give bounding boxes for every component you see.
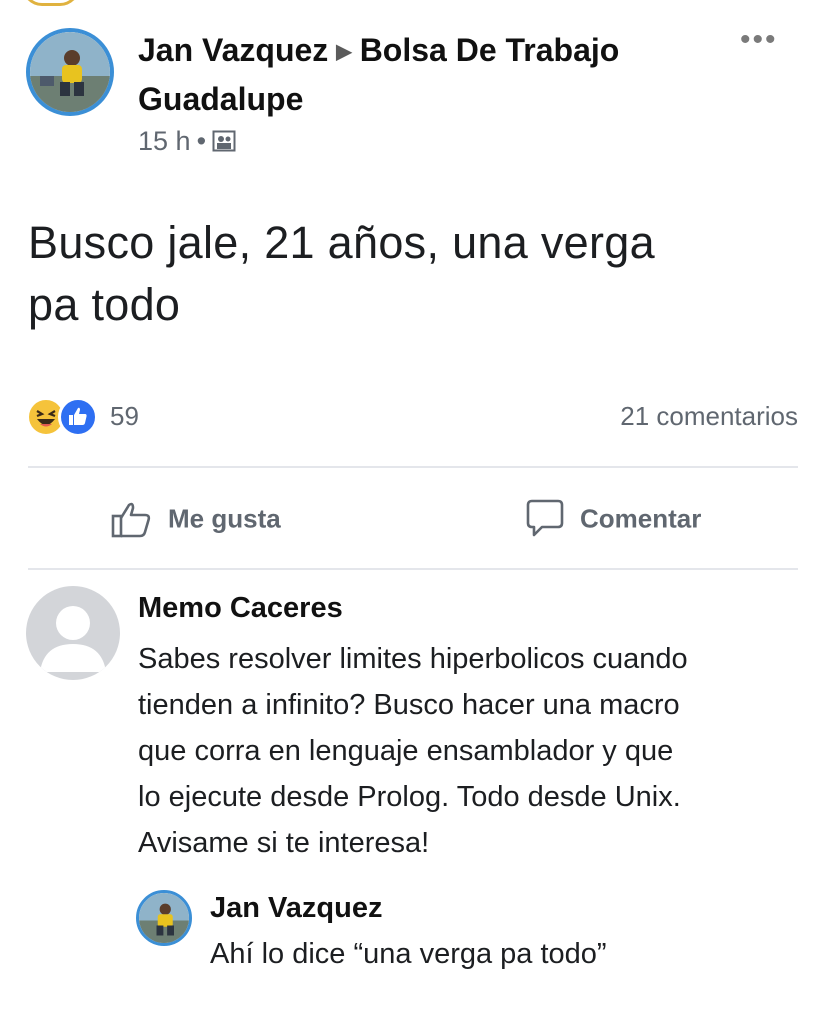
comment-author[interactable]: Memo Caceres	[138, 592, 343, 625]
like-reaction-icon	[58, 397, 98, 437]
divider	[28, 466, 798, 468]
author-avatar[interactable]	[26, 28, 114, 116]
post-author-name[interactable]: Jan Vazquez	[138, 32, 328, 68]
divider	[28, 568, 798, 570]
post-timestamp[interactable]: 15 h	[138, 126, 191, 156]
commenter-avatar[interactable]	[26, 586, 120, 680]
like-button[interactable]: Me gusta	[110, 497, 281, 541]
arrow-right-icon: ▶	[336, 41, 352, 63]
group-name-line2[interactable]: Guadalupe	[138, 81, 303, 117]
comment-button-label: Comentar	[580, 503, 702, 534]
post-text: Busco jale, 21 años, una verga pa todo	[28, 212, 798, 336]
post-text-line: Busco jale, 21 años, una verga	[28, 217, 655, 268]
group-privacy-icon	[212, 127, 236, 152]
comment-text-line: Sabes resolver limites hiperbolicos cuan…	[138, 643, 688, 675]
post-text-line: pa todo	[28, 279, 181, 330]
comment-count[interactable]: 21 comentarios	[590, 401, 798, 432]
reply-author[interactable]: Jan Vazquez	[210, 892, 382, 925]
reply-text: Ahí lo dice “una verga pa todo”	[210, 938, 607, 970]
default-avatar-icon	[40, 606, 106, 672]
more-options-icon[interactable]: •••	[740, 25, 778, 55]
reply-author-avatar[interactable]	[136, 890, 192, 946]
comment-text: Sabes resolver limites hiperbolicos cuan…	[138, 636, 810, 866]
comment-text-line: Avisame si te interesa!	[138, 827, 430, 859]
comment-text-line: tienden a infinito? Busco hacer una macr…	[138, 689, 680, 721]
group-name-line1[interactable]: Bolsa De Trabajo	[360, 32, 620, 68]
comment-text-line: que corra en lenguaje ensamblador y que	[138, 735, 674, 767]
comment-text-line: lo ejecute desde Prolog. Todo desde Unix…	[138, 781, 681, 813]
reaction-count[interactable]: 59	[110, 401, 139, 432]
meta-separator: •	[196, 126, 207, 156]
partial-avatar-top	[22, 0, 80, 6]
comment-bubble-icon	[526, 499, 564, 537]
like-button-label: Me gusta	[168, 503, 281, 534]
thumbs-up-icon	[111, 502, 151, 538]
post-meta: 15 h •	[138, 124, 236, 158]
comment-button[interactable]: Comentar	[522, 497, 701, 541]
post-header-title: Jan Vazquez ▶ Bolsa De Trabajo Guadalupe	[138, 28, 738, 121]
